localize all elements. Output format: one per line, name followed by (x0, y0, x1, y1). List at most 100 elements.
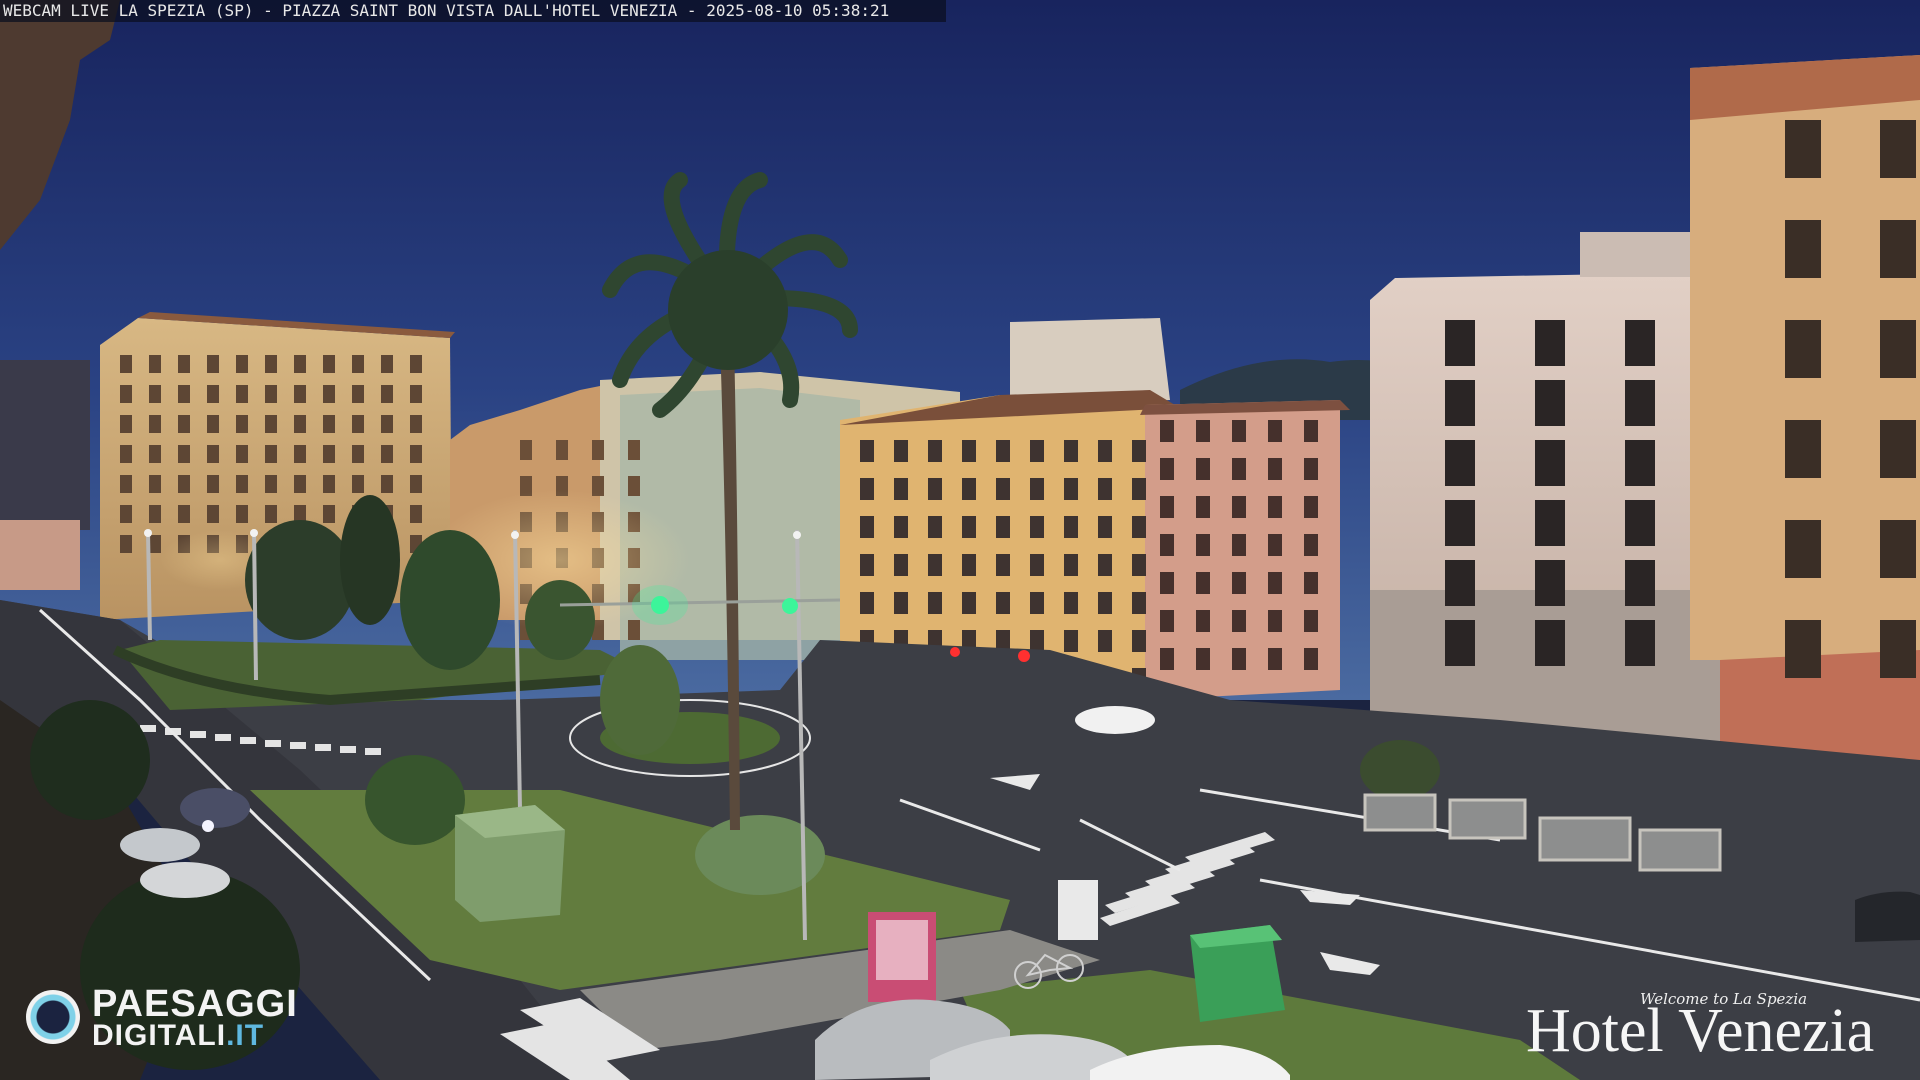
window (520, 440, 532, 460)
window (1064, 630, 1078, 652)
window (996, 554, 1010, 576)
window (323, 505, 335, 523)
window (294, 415, 306, 433)
window (928, 554, 942, 576)
window (996, 440, 1010, 462)
window (860, 554, 874, 576)
window (1625, 320, 1655, 366)
window (1535, 380, 1565, 426)
window (1064, 440, 1078, 462)
window (1160, 420, 1174, 442)
webcam-caption: WEBCAM LIVE LA SPEZIA (SP) - PIAZZA SAIN… (0, 0, 946, 22)
window (1268, 458, 1282, 480)
window (628, 440, 640, 460)
window (149, 505, 161, 523)
window (294, 445, 306, 463)
window (120, 445, 132, 463)
window (1196, 648, 1210, 670)
window (178, 475, 190, 493)
window (1625, 620, 1655, 666)
window (1785, 120, 1821, 178)
window (928, 592, 942, 614)
window (1625, 560, 1655, 606)
window (120, 385, 132, 403)
window (294, 385, 306, 403)
window (1268, 648, 1282, 670)
window (120, 355, 132, 373)
window (381, 415, 393, 433)
window (178, 415, 190, 433)
window (1098, 516, 1112, 538)
window (236, 505, 248, 523)
window (149, 385, 161, 403)
window (323, 445, 335, 463)
window (1304, 648, 1318, 670)
window (149, 535, 161, 553)
window (207, 475, 219, 493)
window (1160, 458, 1174, 480)
window (149, 415, 161, 433)
window (1232, 420, 1246, 442)
window (352, 445, 364, 463)
window (1098, 478, 1112, 500)
window (1132, 516, 1146, 538)
window (1445, 500, 1475, 546)
window (1098, 554, 1112, 576)
window (120, 415, 132, 433)
window (120, 475, 132, 493)
window (1880, 520, 1916, 578)
window (178, 505, 190, 523)
window (962, 516, 976, 538)
window (962, 440, 976, 462)
window (1160, 572, 1174, 594)
logo-line-2-main: DIGITALI (92, 1019, 227, 1052)
window (410, 415, 422, 433)
window (928, 478, 942, 500)
window (207, 355, 219, 373)
window (381, 355, 393, 373)
window (294, 475, 306, 493)
window (1535, 440, 1565, 486)
window (323, 355, 335, 373)
window (1880, 420, 1916, 478)
window (265, 475, 277, 493)
window (207, 445, 219, 463)
window (207, 505, 219, 523)
window (1445, 440, 1475, 486)
window (1064, 478, 1078, 500)
window (352, 475, 364, 493)
window (1268, 420, 1282, 442)
window (628, 620, 640, 640)
window (236, 385, 248, 403)
window (178, 385, 190, 403)
window (236, 475, 248, 493)
window (1445, 320, 1475, 366)
window (1785, 420, 1821, 478)
window (1785, 220, 1821, 278)
window (996, 592, 1010, 614)
window (1132, 554, 1146, 576)
window (1030, 554, 1044, 576)
window (928, 440, 942, 462)
window (1196, 458, 1210, 480)
window (556, 440, 568, 460)
window (1304, 496, 1318, 518)
window (894, 516, 908, 538)
window (381, 445, 393, 463)
window (236, 445, 248, 463)
window (996, 516, 1010, 538)
webcam-frame: WEBCAM LIVE LA SPEZIA (SP) - PIAZZA SAIN… (0, 0, 1920, 1080)
window (860, 478, 874, 500)
window (1880, 220, 1916, 278)
window (1625, 440, 1655, 486)
window (381, 385, 393, 403)
window (1030, 440, 1044, 462)
window (294, 355, 306, 373)
window (1132, 630, 1146, 652)
window (207, 415, 219, 433)
window (1098, 630, 1112, 652)
window (1304, 420, 1318, 442)
window (1064, 554, 1078, 576)
window (1098, 440, 1112, 462)
window (592, 440, 604, 460)
